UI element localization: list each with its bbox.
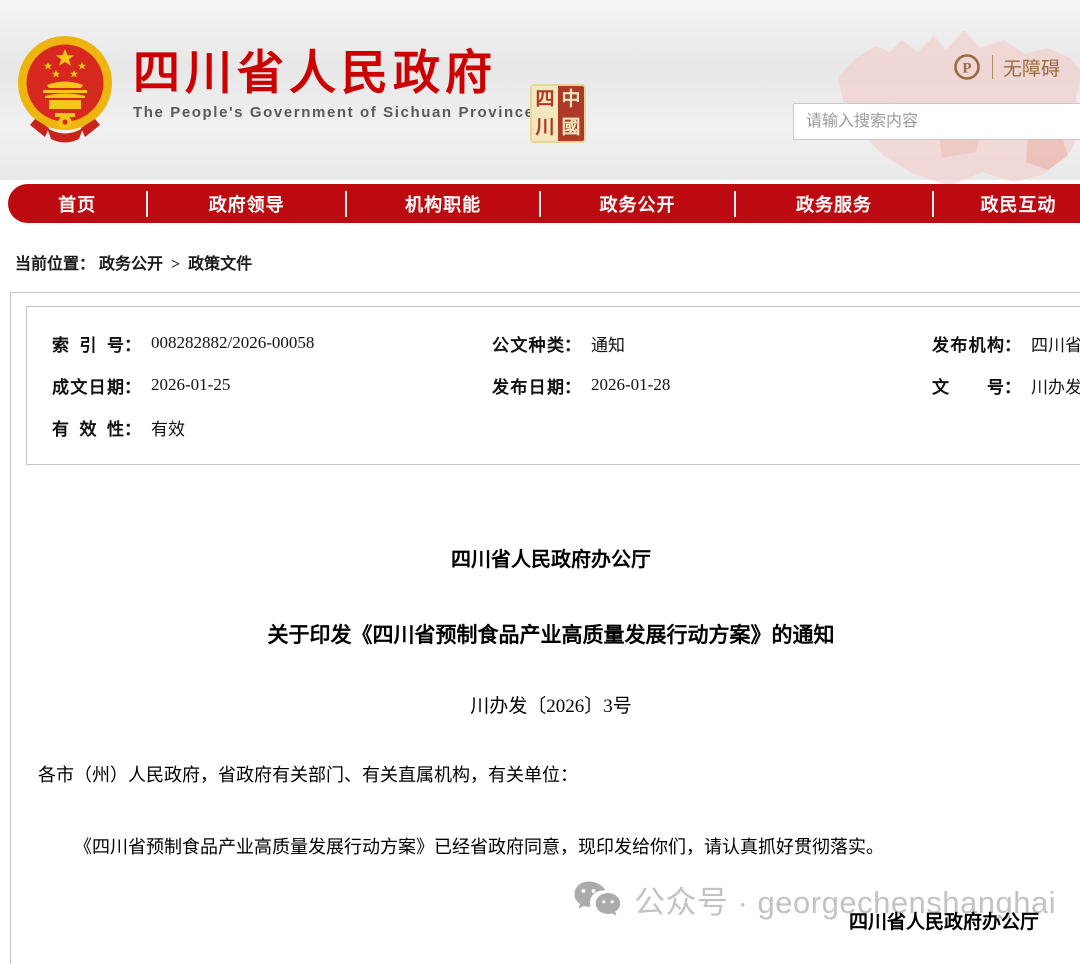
seal-char: 川 xyxy=(532,114,558,142)
svg-text:P: P xyxy=(962,61,971,77)
meta-label: 有效性 xyxy=(52,415,124,440)
document-number: 川办发〔2026〕3号 xyxy=(11,691,1080,718)
breadcrumb: 当前位置：政务公开 > 政策文件 xyxy=(15,250,256,274)
meta-document-type: 公文种类： 通知 xyxy=(492,331,932,356)
meta-label: 公文种类 xyxy=(492,331,564,356)
meta-label: 发布日期 xyxy=(492,373,564,398)
meta-colon: ： xyxy=(1004,331,1021,356)
meta-value: 008282882/2026-00058 xyxy=(151,333,314,353)
main-navigation: 首页 政府领导 机构职能 政务公开 政务服务 政民互动 xyxy=(8,184,1080,223)
meta-value: 通知 xyxy=(591,331,625,356)
divider xyxy=(992,55,993,79)
meta-validity: 有效性： 有效 xyxy=(52,415,492,440)
breadcrumb-page[interactable]: 政策文件 xyxy=(188,256,252,273)
circle-p-icon[interactable]: P xyxy=(952,52,982,82)
metadata-row: 有效性： 有效 xyxy=(52,406,1080,448)
site-header: 四川省人民政府 The People's Government of Sichu… xyxy=(0,0,1080,180)
meta-label: 文号 xyxy=(932,373,1004,398)
meta-document-number: 文号： 川办发 xyxy=(932,373,1080,398)
seal-char: 四 xyxy=(532,86,558,114)
meta-colon: ： xyxy=(124,415,141,440)
document-card: 索引号： 008282882/2026-00058 公文种类： 通知 发布机构：… xyxy=(10,292,1080,964)
meta-issuing-agency: 发布机构： 四川省人 xyxy=(932,331,1080,356)
accessibility-control[interactable]: P 无障碍 xyxy=(952,52,1060,82)
nav-item-government-services[interactable]: 政务服务 xyxy=(736,191,932,217)
sichuan-map-silhouette xyxy=(818,6,1080,186)
nav-item-government-affairs-disclosure[interactable]: 政务公开 xyxy=(541,191,734,217)
meta-label: 发布机构 xyxy=(932,331,1004,356)
meta-colon: ： xyxy=(564,331,581,356)
china-sichuan-seal-icon: 四 川 中 國 xyxy=(530,84,586,143)
meta-value: 有效 xyxy=(151,415,185,440)
meta-value: 2026-01-28 xyxy=(591,375,670,395)
nav-item-public-interaction[interactable]: 政民互动 xyxy=(934,191,1080,217)
wechat-icon xyxy=(574,880,621,920)
nav-item-government-leaders[interactable]: 政府领导 xyxy=(148,191,345,217)
meta-colon: ： xyxy=(1004,373,1021,398)
meta-label: 成文日期 xyxy=(52,373,124,398)
metadata-row: 成文日期： 2026-01-25 发布日期： 2026-01-28 文号： 川办… xyxy=(52,364,1080,406)
document-salutation: 各市（州）人民政府，省政府有关部门、有关直属机构，有关单位： xyxy=(38,763,1058,788)
breadcrumb-label: 当前位置： xyxy=(15,256,95,273)
metadata-row: 索引号： 008282882/2026-00058 公文种类： 通知 发布机构：… xyxy=(52,322,1080,364)
meta-written-date: 成文日期： 2026-01-25 xyxy=(52,373,492,398)
seal-char: 中 xyxy=(558,86,584,114)
document-metadata-table: 索引号： 008282882/2026-00058 公文种类： 通知 发布机构：… xyxy=(26,306,1080,465)
meta-colon: ： xyxy=(124,331,141,356)
meta-colon: ： xyxy=(124,373,141,398)
document-title: 关于印发《四川省预制食品产业高质量发展行动方案》的通知 xyxy=(11,619,1080,649)
seal-char: 國 xyxy=(558,114,584,142)
document-issuer: 四川省人民政府办公厅 xyxy=(11,543,1080,572)
meta-value: 川办发 xyxy=(1031,373,1080,398)
search-input[interactable] xyxy=(793,103,1080,140)
meta-value: 2026-01-25 xyxy=(151,375,230,395)
meta-value: 四川省人 xyxy=(1031,331,1080,356)
document-signature: 四川省人民政府办公厅 xyxy=(849,907,1039,934)
national-emblem-icon xyxy=(15,32,115,146)
meta-index-number: 索引号： 008282882/2026-00058 xyxy=(52,331,492,356)
breadcrumb-section[interactable]: 政务公开 xyxy=(99,256,163,273)
brand: 四川省人民政府 The People's Government of Sichu… xyxy=(133,46,535,121)
document-paragraph: 《四川省预制食品产业高质量发展行动方案》已经省政府同意，现印发给你们，请认真抓好… xyxy=(38,835,1058,860)
nav-item-home[interactable]: 首页 xyxy=(8,191,146,217)
accessibility-link[interactable]: 无障碍 xyxy=(1003,54,1060,81)
site-subtitle: The People's Government of Sichuan Provi… xyxy=(133,104,535,121)
breadcrumb-separator: > xyxy=(171,256,180,273)
meta-colon: ： xyxy=(564,373,581,398)
nav-item-institutional-functions[interactable]: 机构职能 xyxy=(347,191,539,217)
meta-publish-date: 发布日期： 2026-01-28 xyxy=(492,373,932,398)
site-title: 四川省人民政府 xyxy=(133,46,535,100)
meta-label: 索引号 xyxy=(52,331,124,356)
